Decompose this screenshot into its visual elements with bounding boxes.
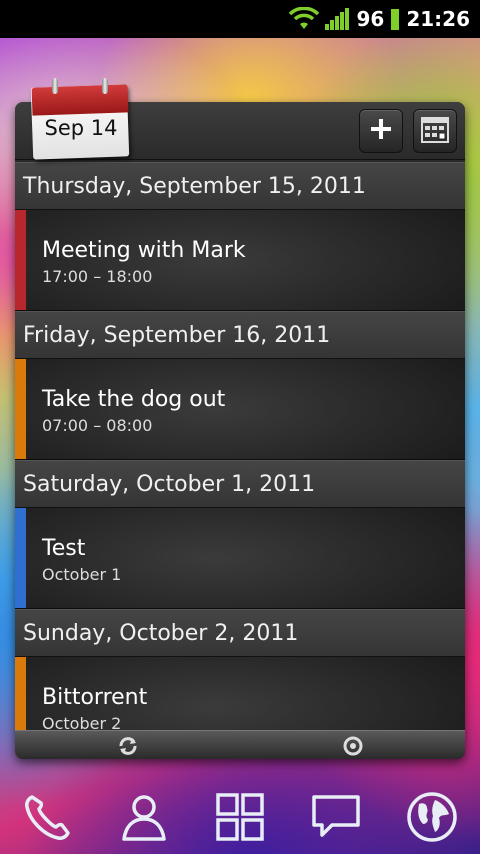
- browser-globe-icon[interactable]: [402, 787, 462, 847]
- add-icon: [370, 118, 392, 144]
- event-title: Test: [42, 536, 86, 561]
- event-color-stripe: [15, 508, 26, 608]
- event-title: Bittorrent: [42, 685, 148, 710]
- event-time: 07:00 – 08:00: [42, 416, 153, 435]
- day-header: Sunday, October 2, 2011: [15, 609, 465, 657]
- refresh-icon[interactable]: [117, 735, 139, 759]
- calendar-grid-icon: [421, 115, 449, 147]
- date-badge[interactable]: Sep 14: [30, 78, 130, 160]
- home-dock: [0, 780, 480, 854]
- messages-icon[interactable]: [306, 787, 366, 847]
- apps-grid-icon[interactable]: [210, 787, 270, 847]
- date-badge-label: Sep 14: [44, 116, 118, 140]
- event-color-stripe: [15, 210, 26, 310]
- day-header: Saturday, October 1, 2011: [15, 460, 465, 508]
- contacts-icon[interactable]: [114, 787, 174, 847]
- event-time: October 1: [42, 565, 122, 584]
- event-title: Take the dog out: [42, 387, 226, 412]
- event-color-stripe: [15, 359, 26, 459]
- event-item[interactable]: Test October 1: [15, 508, 465, 609]
- event-item[interactable]: Meeting with Mark 17:00 – 18:00: [15, 210, 465, 311]
- signal-icon: [325, 8, 350, 30]
- event-item[interactable]: Take the dog out 07:00 – 08:00: [15, 359, 465, 460]
- event-time: 17:00 – 18:00: [42, 267, 153, 286]
- add-event-button[interactable]: [359, 109, 403, 153]
- calendar-agenda-widget: Thursday, September 15, 2011 Meeting wit…: [15, 102, 465, 759]
- battery-level: 96: [356, 7, 385, 31]
- phone-icon[interactable]: [18, 787, 78, 847]
- day-header: Friday, September 16, 2011: [15, 311, 465, 359]
- event-title: Meeting with Mark: [42, 238, 246, 263]
- battery-icon: [390, 7, 400, 31]
- day-header: Thursday, September 15, 2011: [15, 162, 465, 210]
- clock: 21:26: [406, 7, 470, 31]
- agenda-list[interactable]: Thursday, September 15, 2011 Meeting wit…: [15, 162, 465, 758]
- widget-footer: [15, 730, 465, 759]
- open-calendar-button[interactable]: [413, 109, 457, 153]
- status-bar: 96 21:26: [0, 0, 480, 38]
- wifi-icon: [289, 7, 320, 31]
- settings-icon[interactable]: [342, 735, 364, 759]
